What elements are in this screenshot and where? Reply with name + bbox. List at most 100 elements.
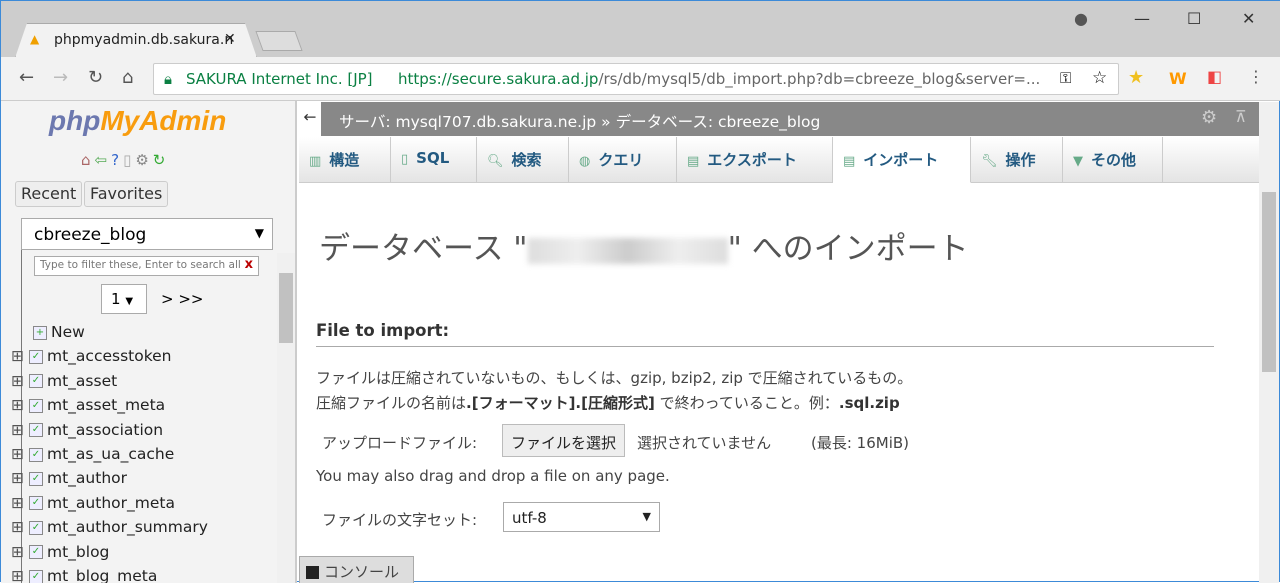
table-item[interactable]: ⊞✓mt_author [11, 469, 127, 487]
new-table-icon: + [33, 326, 47, 340]
back-icon[interactable]: ← [19, 67, 34, 88]
format-description: ファイルは圧縮されていないもの、もしくは、gzip, bzip2, zip で圧… [316, 367, 912, 388]
tab-sql[interactable]: ▯SQL [391, 137, 477, 183]
table-icon: ✓ [29, 350, 43, 364]
settings-icon[interactable]: ⚙ [135, 151, 152, 169]
import-page: データベース "" へのインポート File to import: ファイルは圧… [299, 183, 1259, 583]
table-icon: ✓ [29, 521, 43, 535]
expand-icon[interactable]: ⊞ [11, 494, 29, 512]
reload-nav-icon[interactable]: ↻ [153, 151, 170, 169]
table-filter-input[interactable]: Type to filter these, Enter to search al… [34, 256, 259, 276]
table-item[interactable]: ⊞✓mt_asset [11, 372, 117, 390]
menu-icon[interactable]: ⋮ [1248, 67, 1264, 86]
expand-icon[interactable]: ⊞ [11, 372, 29, 390]
office-extension-icon[interactable]: ◧ [1207, 67, 1222, 86]
charset-label: ファイルの文字セット: [322, 509, 477, 530]
structure-icon: ▥ [309, 154, 321, 169]
expand-icon[interactable]: ⊞ [11, 518, 29, 536]
search-icon: 🔍︎ [487, 154, 504, 169]
close-window-button[interactable]: ✕ [1242, 9, 1255, 28]
collapse-nav-button[interactable]: ← [299, 102, 321, 136]
chevron-down-icon: ▼ [1073, 154, 1083, 169]
forward-icon[interactable]: → [53, 67, 68, 88]
url-host: https://secure.sakura.ad.jp [398, 70, 598, 88]
profile-icon[interactable]: ● [1074, 9, 1088, 28]
pma-favicon-icon: ▲ [30, 32, 39, 46]
table-item[interactable]: ⊞✓mt_accesstoken [11, 347, 172, 365]
expand-icon[interactable]: ⊞ [11, 543, 29, 561]
security-chip[interactable]: SAKURA Internet Inc. [JP] [186, 70, 373, 88]
sidebar-scrollbar[interactable] [277, 253, 295, 583]
browser-tab[interactable]: ▲ phpmyadmin.db.sakura.n ✕ [15, 23, 257, 58]
breadcrumb-database[interactable]: データベース: cbreeze_blog [616, 113, 821, 131]
wrench-icon: 🔧︎ [981, 154, 998, 169]
table-item[interactable]: ⊞✓mt_author_summary [11, 518, 208, 536]
blurred-database-name [528, 238, 728, 264]
phpmyadmin-logo[interactable]: phpMyAdmin [49, 105, 226, 137]
table-item[interactable]: ⊞✓mt_asset_meta [11, 396, 165, 414]
clear-filter-icon[interactable]: x [245, 257, 253, 272]
docs-icon[interactable]: ▯ [123, 151, 135, 169]
table-item[interactable]: ⊞✓mt_blog [11, 543, 109, 561]
table-icon: ✓ [29, 570, 43, 583]
table-item[interactable]: ⊞✓mt_author_meta [11, 494, 175, 512]
tab-query[interactable]: ◍クエリ [569, 137, 677, 183]
new-tab-button[interactable] [255, 31, 302, 51]
bookmark-star-icon[interactable]: ☆ [1092, 68, 1107, 88]
tab-search[interactable]: 🔍︎検索 [477, 137, 569, 183]
table-item[interactable]: ⊞✓mt_blog_meta [11, 567, 157, 583]
table-icon: ✓ [29, 496, 43, 510]
home-icon[interactable]: ⌂ [81, 151, 95, 169]
extension-w-icon[interactable]: W [1169, 69, 1187, 88]
address-bar[interactable]: 🔒︎ SAKURA Internet Inc. [JP] https://sec… [153, 63, 1119, 95]
tab-import[interactable]: ▤インポート [833, 137, 971, 183]
chevron-down-icon: ▼ [255, 226, 264, 240]
tab-title: phpmyadmin.db.sakura.n [54, 32, 233, 48]
tab-structure[interactable]: ▥構造 [299, 137, 391, 183]
logout-icon[interactable]: ⇦ [95, 151, 112, 169]
recent-button[interactable]: Recent [15, 181, 82, 207]
extension-star-icon[interactable]: ★ [1128, 67, 1144, 88]
minimize-button[interactable]: — [1134, 9, 1150, 28]
close-tab-icon[interactable]: ✕ [224, 31, 236, 47]
tab-wrench[interactable]: 🔧︎操作 [971, 137, 1063, 183]
tab-export[interactable]: ▤エクスポート [677, 137, 833, 183]
expand-icon[interactable]: ⊞ [11, 421, 29, 439]
upload-label: アップロードファイル: [322, 432, 477, 453]
key-icon[interactable]: ⚿ [1060, 69, 1071, 87]
expand-icon[interactable]: ⊞ [11, 445, 29, 463]
drag-drop-note: You may also drag and drop a file on any… [316, 467, 670, 485]
maximize-button[interactable]: ☐ [1187, 9, 1201, 28]
settings-icon[interactable]: ⚙ [1201, 107, 1217, 128]
no-file-text: 選択されていません [637, 432, 771, 453]
table-icon: ✓ [29, 545, 43, 559]
expand-icon[interactable]: ⊞ [11, 469, 29, 487]
export-icon: ▤ [687, 154, 699, 169]
database-select[interactable]: cbreeze_blog▼ [21, 218, 273, 250]
query-icon: ◍ [579, 154, 590, 169]
sql-icon: ▯ [401, 152, 408, 167]
table-item[interactable]: ⊞✓mt_as_ua_cache [11, 445, 174, 463]
tab-chevron-down[interactable]: ▼その他 [1063, 137, 1163, 183]
charset-select[interactable]: utf-8▼ [503, 502, 660, 532]
expand-icon[interactable]: ⊞ [11, 347, 29, 365]
page-select[interactable]: 1 ▼ [101, 284, 147, 314]
table-item[interactable]: ⊞✓mt_association [11, 421, 163, 439]
next-page-link[interactable]: > >> [161, 290, 203, 308]
expand-icon[interactable]: ⊞ [11, 567, 29, 583]
table-icon: ✓ [29, 399, 43, 413]
new-table-item[interactable]: +New [11, 323, 85, 341]
breadcrumb-server[interactable]: サーバ: mysql707.db.sakura.ne.jp [339, 113, 596, 131]
main-scrollbar[interactable] [1259, 102, 1279, 583]
home-icon[interactable]: ⌂ [122, 67, 133, 88]
collapse-top-icon[interactable]: ⊼ [1235, 107, 1247, 126]
reload-icon[interactable]: ↻ [88, 67, 103, 88]
choose-file-button[interactable]: ファイルを選択 [502, 424, 625, 457]
help-icon[interactable]: ? [111, 151, 123, 169]
url-path: /rs/db/mysql5/db_import.php?db=cbreeze_b… [598, 70, 1040, 88]
page-title: データベース "" へのインポート [319, 223, 969, 268]
favorites-button[interactable]: Favorites [84, 181, 168, 207]
console-toggle[interactable]: コンソール [299, 556, 414, 583]
expand-icon[interactable]: ⊞ [11, 396, 29, 414]
navigation-panel: phpMyAdmin ⌂⇦?▯⚙↻ Recent Favorites cbree… [1, 101, 297, 583]
